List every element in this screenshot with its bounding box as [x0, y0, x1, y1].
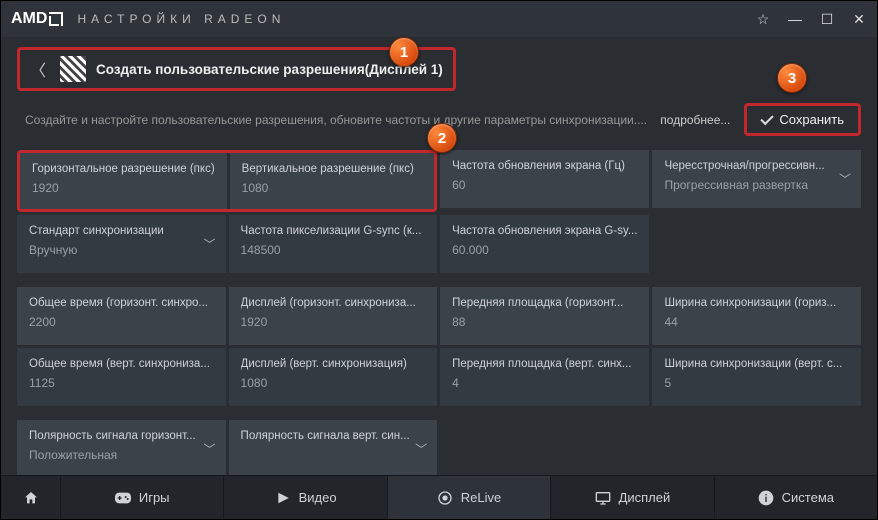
chevron-down-icon: ﹀ — [204, 236, 216, 253]
subtitle-text: Создайте и настройте пользовательские ра… — [25, 113, 647, 127]
maximize-icon[interactable]: ☐ — [819, 11, 835, 28]
nav-relive[interactable]: ReLive — [388, 476, 551, 519]
chevron-down-icon: ﹀ — [204, 441, 216, 458]
save-button[interactable]: Сохранить — [744, 103, 861, 136]
more-link[interactable]: подробнее... — [660, 113, 730, 127]
cell-v-resolution[interactable]: Вертикальное разрешение (пкс) 1080 — [230, 153, 434, 209]
info-icon — [758, 490, 774, 506]
nav-games[interactable]: Игры — [61, 476, 224, 519]
callout-badge-3: 3 — [777, 63, 807, 93]
play-icon — [275, 490, 291, 506]
cell-gsync-refresh[interactable]: Частота обновления экрана G-sy... 60.000 — [440, 215, 649, 273]
save-button-label: Сохранить — [779, 112, 844, 127]
nav-video[interactable]: Видео — [224, 476, 387, 519]
cell-h-resolution[interactable]: Горизонтальное разрешение (пкс) 1920 — [20, 153, 227, 209]
callout-badge-2: 2 — [427, 123, 457, 153]
cell-empty — [652, 215, 861, 273]
resolution-highlight-group: Горизонтальное разрешение (пкс) 1920 Вер… — [17, 150, 437, 212]
cell-scan-type[interactable]: Чересстрочная/прогрессивн... Прогрессивн… — [652, 150, 861, 208]
callout-badge-1: 1 — [389, 37, 419, 67]
custom-res-icon — [60, 56, 86, 82]
breadcrumb-label: Создать пользовательские разрешения(Дисп… — [96, 62, 443, 77]
nav-display[interactable]: Дисплей — [551, 476, 714, 519]
nav-home[interactable] — [1, 476, 61, 519]
relive-icon — [437, 490, 453, 506]
nav-games-label: Игры — [139, 490, 170, 505]
nav-display-label: Дисплей — [619, 490, 671, 505]
chevron-down-icon: ﹀ — [839, 171, 851, 188]
app-title: НАСТРОЙКИ RADEON — [77, 12, 285, 26]
nav-system[interactable]: Система — [715, 476, 877, 519]
minimize-icon[interactable]: ― — [787, 11, 803, 27]
close-icon[interactable]: ✕ — [851, 11, 867, 28]
nav-relive-label: ReLive — [461, 490, 501, 505]
cell-v-sync-width[interactable]: Ширина синхронизации (верт. с... 5 — [652, 348, 861, 406]
cell-v-front-porch[interactable]: Передняя площадка (верт. синх... 4 — [440, 348, 649, 406]
cell-empty — [440, 420, 649, 475]
cell-h-front-porch[interactable]: Передняя площадка (горизонт... 88 — [440, 287, 649, 345]
cell-h-total[interactable]: Общее время (горизонт. синхро... 2200 — [17, 287, 226, 345]
star-icon[interactable]: ☆ — [755, 11, 771, 28]
nav-system-label: Система — [782, 490, 834, 505]
check-icon — [761, 111, 774, 124]
gamepad-icon — [115, 490, 131, 506]
titlebar: AMD НАСТРОЙКИ RADEON ☆ ― ☐ ✕ — [1, 1, 877, 37]
bottom-nav: Игры Видео ReLive Дисплей Система — [1, 475, 877, 519]
cell-v-total[interactable]: Общее время (верт. синхрониза... 1125 — [17, 348, 226, 406]
cell-timing-standard[interactable]: Стандарт синхронизации Вручную ﹀ — [17, 215, 226, 273]
back-icon[interactable]: 〈 — [26, 57, 50, 81]
cell-refresh-rate[interactable]: Частота обновления экрана (Гц) 60 — [440, 150, 649, 208]
cell-h-sync-width[interactable]: Ширина синхронизации (гориз... 44 — [652, 287, 861, 345]
cell-v-polarity[interactable]: Полярность сигнала верт. син... ﹀ — [229, 420, 438, 475]
cell-pixel-clock[interactable]: Частота пикселизации G-sync (к... 148500 — [229, 215, 438, 273]
amd-logo: AMD — [11, 10, 63, 28]
home-icon — [23, 490, 39, 506]
chevron-down-icon: ﹀ — [415, 441, 427, 458]
cell-h-display[interactable]: Дисплей (горизонт. синхрониза... 1920 — [229, 287, 438, 345]
display-icon — [595, 490, 611, 506]
cell-h-polarity[interactable]: Полярность сигнала горизонт... Положител… — [17, 420, 226, 475]
cell-v-display[interactable]: Дисплей (верт. синхронизация) 1080 — [229, 348, 438, 406]
nav-video-label: Видео — [299, 490, 337, 505]
cell-empty — [652, 420, 861, 475]
